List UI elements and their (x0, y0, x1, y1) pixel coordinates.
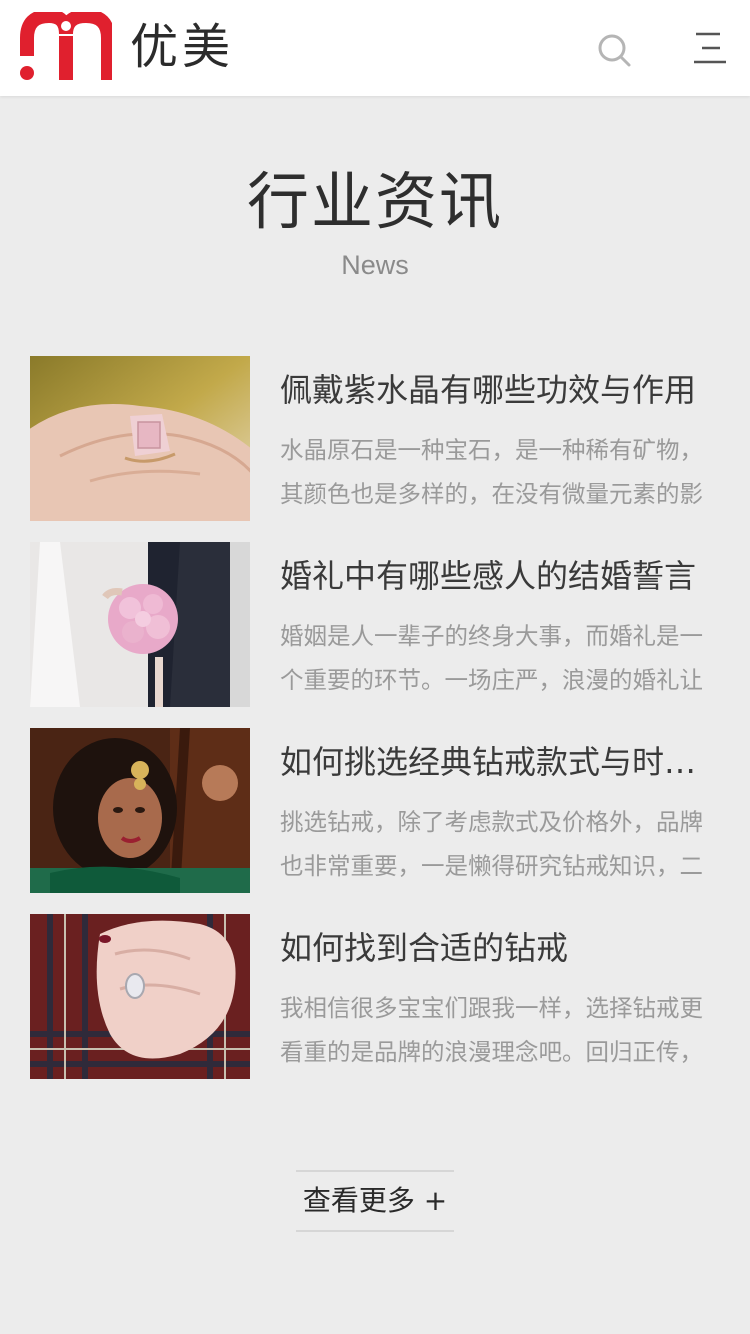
news-description: 我相信很多宝宝们跟我一样，选择钻戒更看重的是品牌的浪漫理念吧。回归正传， (280, 994, 703, 1066)
news-title[interactable]: 婚礼中有哪些感人的结婚誓言 (280, 556, 712, 596)
search-icon (598, 34, 631, 67)
news-item[interactable]: 婚礼中有哪些感人的结婚誓言 婚姻是人一辈子的终身大事，而婚礼是一个重要的环节。一… (30, 542, 720, 707)
section-subtitle: News (341, 250, 409, 280)
top-header: 优美 (0, 0, 750, 96)
news-title[interactable]: 佩戴紫水晶有哪些功效与作用 (280, 370, 712, 410)
news-item[interactable]: 如何挑选经典钻戒款式与时尚钻戒 挑选钻戒，除了考虑款式及价格外，品牌也非常重要，… (30, 728, 720, 893)
news-thumbnail[interactable] (30, 356, 250, 521)
news-item[interactable]: 佩戴紫水晶有哪些功效与作用 水晶原石是一种宝石，是一种稀有矿物，其颜色也是多样的… (30, 356, 720, 521)
news-thumbnail[interactable] (30, 728, 250, 893)
menu-button[interactable] (690, 30, 730, 66)
section-title: 行业资讯 (246, 165, 503, 238)
news-description: 婚姻是人一辈子的终身大事，而婚礼是一个重要的环节。一场庄严，浪漫的婚礼让 (280, 622, 703, 694)
news-thumbnail[interactable] (30, 542, 250, 707)
view-more-button[interactable]: 查看更多 + (296, 1170, 454, 1232)
menu-icon (694, 32, 726, 64)
search-button[interactable] (594, 30, 634, 70)
news-thumbnail[interactable] (30, 914, 250, 1079)
news-description: 挑选钻戒，除了考虑款式及价格外，品牌也非常重要，一是懒得研究钻戒知识，二 (280, 808, 703, 880)
brand-name: 优美 (130, 19, 235, 75)
brand-logo-icon[interactable] (20, 8, 115, 82)
news-list: 佩戴紫水晶有哪些功效与作用 水晶原石是一种宝石，是一种稀有矿物，其颜色也是多样的… (30, 356, 720, 1100)
news-title[interactable]: 如何挑选经典钻戒款式与时尚钻戒 (280, 742, 712, 782)
news-title[interactable]: 如何找到合适的钻戒 (280, 928, 712, 968)
news-item[interactable]: 如何找到合适的钻戒 我相信很多宝宝们跟我一样，选择钻戒更看重的是品牌的浪漫理念吧… (30, 914, 720, 1079)
news-description: 水晶原石是一种宝石，是一种稀有矿物，其颜色也是多样的，在没有微量元素的影 (280, 436, 703, 508)
